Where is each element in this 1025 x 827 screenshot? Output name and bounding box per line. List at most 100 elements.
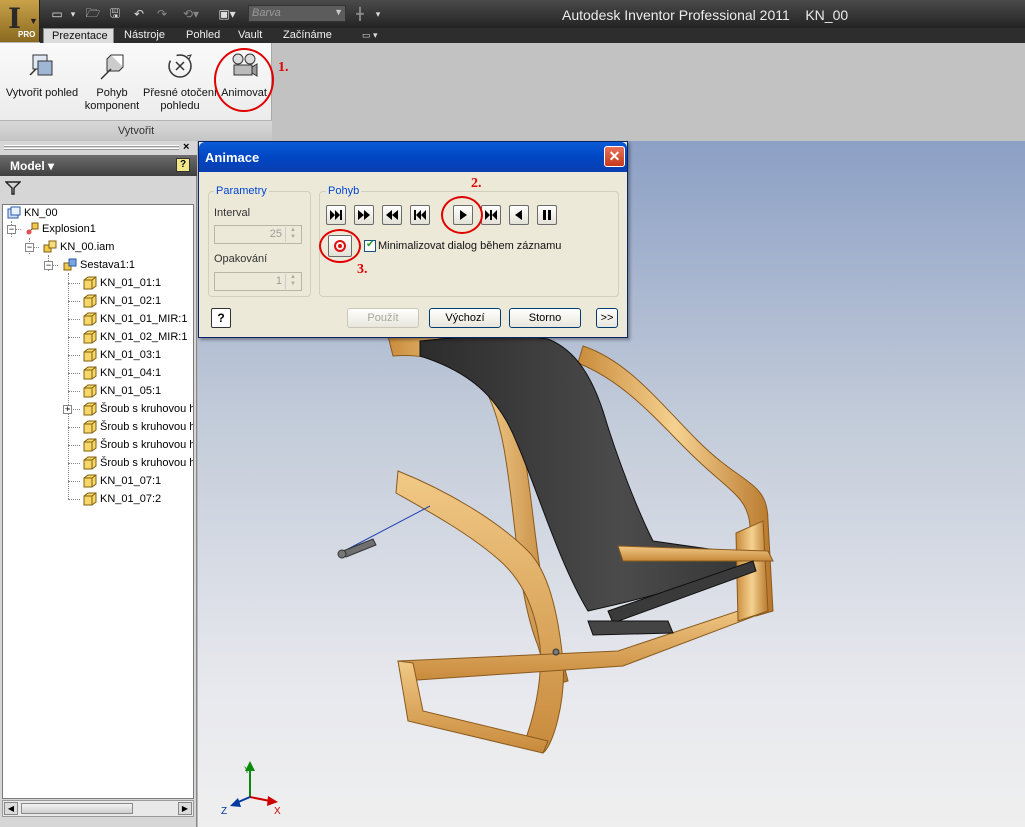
skip-end-icon	[330, 210, 342, 220]
more-button[interactable]: >>	[596, 308, 618, 328]
tree-node-part[interactable]: KN_01_01_MIR:1	[83, 311, 187, 327]
model-tree: − − − + KN_00 Explosion1 KN_00.iam Sesta…	[2, 204, 194, 799]
tree-node-part[interactable]: KN_01_02:1	[83, 293, 161, 309]
view-triad: Y X Z	[221, 761, 281, 817]
spinner-arrows[interactable]: ▲ ▼	[285, 274, 300, 289]
tab-vault[interactable]: Vault	[238, 28, 262, 43]
apply-button[interactable]: Použít	[347, 308, 419, 328]
browser-title-dropdown[interactable]: Model ▾	[10, 159, 54, 173]
precise-rotate-button[interactable]: Přesné otočení pohledu	[143, 51, 217, 113]
part-icon	[83, 402, 97, 416]
close-icon[interactable]: ×	[183, 141, 189, 153]
scroll-thumb[interactable]	[21, 803, 133, 814]
skip-to-start-button[interactable]	[410, 205, 430, 225]
tree-node-label: KN_01_04:1	[100, 367, 162, 379]
help-button[interactable]: ?	[211, 308, 231, 328]
create-view-button[interactable]: Vytvořit pohled	[3, 51, 81, 100]
crosshair-icon[interactable]: ╋	[350, 6, 370, 22]
tree-node-part[interactable]: KN_01_04:1	[83, 365, 161, 381]
redo-icon[interactable]: ↷	[153, 6, 171, 22]
pro-badge: PRO	[18, 30, 36, 39]
filter-icon[interactable]	[5, 181, 21, 195]
save-icon[interactable]: 🖫	[106, 6, 124, 22]
panel-options-icon[interactable]: ▭ ▾	[362, 30, 384, 41]
help-icon[interactable]: ?	[176, 158, 190, 172]
scroll-right-icon[interactable]: ▶	[178, 802, 192, 815]
tree-node-part[interactable]: Šroub s kruhovou h	[83, 455, 193, 471]
dialog-titlebar[interactable]: Animace ✕	[199, 142, 627, 172]
repetitions-spinner[interactable]: 1 ▲ ▼	[214, 272, 302, 291]
tree-node-subassembly[interactable]: Sestava1:1	[63, 257, 135, 273]
new-dropdown-icon[interactable]: ▾	[66, 6, 80, 22]
pause-button[interactable]	[537, 205, 557, 225]
spinner-arrows[interactable]: ▲ ▼	[285, 227, 300, 242]
tree-node-label: KN_01_05:1	[100, 385, 162, 397]
play-backward-button[interactable]	[509, 205, 529, 225]
tree-node-label: Šroub s kruhovou h	[100, 439, 194, 451]
skip-to-end-button[interactable]	[326, 205, 346, 225]
tree-node-part[interactable]: Šroub s kruhovou h	[83, 437, 194, 453]
part-icon	[83, 294, 97, 308]
step-backward-button[interactable]	[382, 205, 402, 225]
part-icon	[83, 438, 97, 452]
group-label-create: Vytvořit	[0, 120, 272, 140]
fast-forward-icon	[358, 210, 370, 220]
color-combo[interactable]: Barva ▼	[248, 5, 346, 22]
new-file-icon[interactable]: ▭	[48, 6, 66, 22]
axis-z-label: Z	[221, 806, 227, 817]
browser-grip[interactable]	[0, 141, 197, 155]
tree-node-part[interactable]: Šroub s kruhovou h	[83, 419, 193, 435]
tree-node-part[interactable]: KN_01_07:1	[83, 473, 161, 489]
presentation-icon	[7, 206, 21, 219]
reset-button[interactable]: Výchozí	[429, 308, 501, 328]
tab-nastroje[interactable]: Nástroje	[124, 28, 165, 43]
minimize-checkbox[interactable]	[364, 239, 376, 252]
project-icon[interactable]: ▣▾	[213, 6, 241, 22]
tree-node-explosion[interactable]: Explosion1	[25, 221, 96, 237]
repetitions-value: 1	[275, 275, 282, 287]
app-menu-button[interactable]: I ▼ PRO	[0, 0, 40, 42]
browser-header: Model ▾ ?	[0, 155, 197, 176]
customize-qat-icon[interactable]: ▾	[372, 6, 384, 22]
axis-y-label: Y	[244, 765, 250, 775]
open-folder-icon[interactable]: 🗁	[84, 6, 102, 22]
tree-node-part[interactable]: KN_01_02_MIR:1	[83, 329, 187, 345]
tweak-components-button[interactable]: Pohyb komponent	[82, 51, 142, 113]
cancel-button[interactable]: Storno	[509, 308, 581, 328]
tree-node-label: Sestava1:1	[80, 259, 136, 271]
tab-zaciname[interactable]: Začínáme	[283, 28, 332, 43]
tab-pohled[interactable]: Pohled	[186, 28, 220, 43]
tree-node-label: KN_01_07:2	[100, 493, 162, 505]
collapse-toggle[interactable]: −	[44, 261, 53, 270]
tree-node-label: KN_01_01_MIR:1	[100, 313, 188, 325]
tree-node-part[interactable]: KN_01_05:1	[83, 383, 161, 399]
tree-node-part[interactable]: Šroub s kruhovou h	[83, 401, 193, 417]
collapse-toggle[interactable]: −	[25, 243, 34, 252]
tab-prezentace[interactable]: Prezentace	[43, 28, 114, 43]
close-icon[interactable]: ✕	[604, 146, 625, 167]
part-icon	[83, 456, 97, 470]
tree-node-part[interactable]: KN_01_03:1	[83, 347, 161, 363]
rotate-view-icon	[168, 54, 192, 78]
tree-node-label: KN_01_01:1	[100, 277, 162, 289]
scroll-left-icon[interactable]: ◀	[4, 802, 18, 815]
tree-node-part[interactable]: KN_01_01:1	[83, 275, 161, 291]
horizontal-scrollbar[interactable]: ◀ ▶	[2, 800, 194, 817]
rewind-icon	[386, 210, 398, 220]
step-forward-button[interactable]	[354, 205, 374, 225]
tree-node-root[interactable]: KN_00	[7, 205, 58, 221]
assembly-icon	[63, 258, 77, 271]
collapse-toggle[interactable]: −	[7, 225, 16, 234]
precise-rotate-label-2: pohledu	[160, 100, 200, 112]
tree-node-assembly-file[interactable]: KN_00.iam	[43, 239, 114, 255]
chevron-down-icon: ▼	[29, 16, 38, 26]
tree-node-part[interactable]: KN_01_07:2	[83, 491, 161, 507]
color-combo-value: Barva	[252, 7, 281, 19]
interval-spinner[interactable]: 25 ▲ ▼	[214, 225, 302, 244]
part-icon	[83, 366, 97, 380]
undo-icon[interactable]: ↶	[130, 6, 148, 22]
model-browser: × Model ▾ ? − − − + KN_00 Explosion1 KN_…	[0, 141, 197, 827]
return-icon[interactable]: ⟲▾	[176, 6, 206, 22]
minimize-checkbox-label: Minimalizovat dialog během záznamu	[378, 240, 562, 252]
auto-reverse-button[interactable]	[481, 205, 501, 225]
